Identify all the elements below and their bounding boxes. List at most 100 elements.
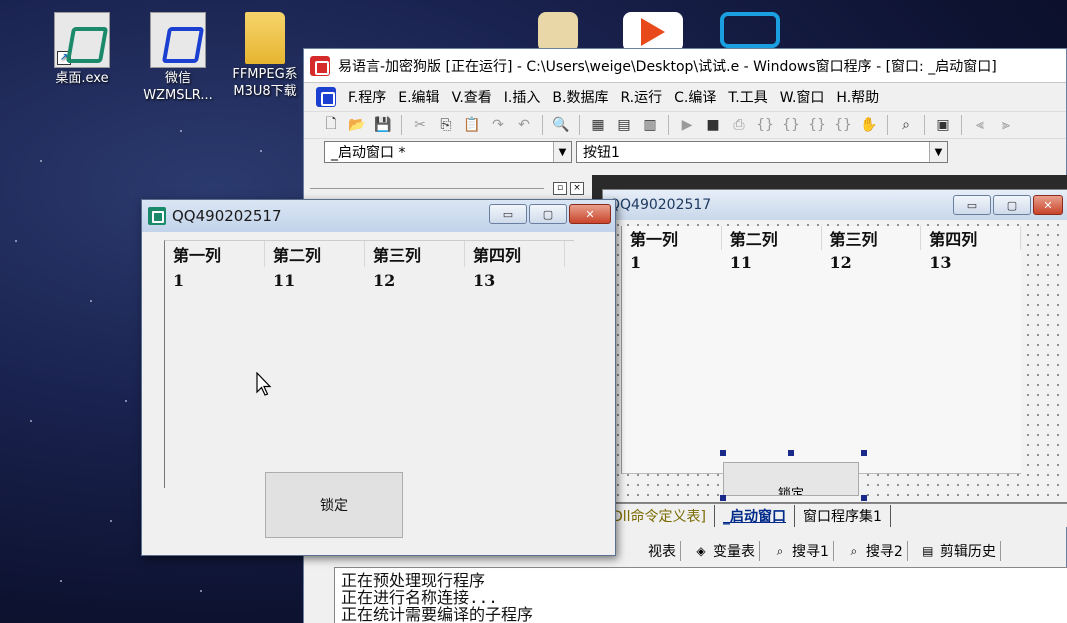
search-icon: ⌕	[850, 544, 858, 558]
chevron-down-icon[interactable]: ▼	[929, 142, 947, 162]
paste-icon[interactable]: 📋	[461, 114, 483, 136]
find-icon[interactable]: 🔍	[550, 114, 572, 136]
menu-run[interactable]: R.运行	[620, 87, 662, 107]
design-grid: 第一列 第二列 第三列 第四列 1 11 12 13 锁定	[603, 220, 1067, 502]
open-folder-icon[interactable]: 📂	[346, 114, 368, 136]
column-header[interactable]: 第三列	[365, 241, 465, 267]
tab-search-1[interactable]: ⌕ 搜寻1	[768, 541, 834, 561]
desktop-icon-label: 微信 WZMSLR...	[143, 71, 213, 103]
restore-panel-icon[interactable]: ▫	[553, 181, 567, 195]
control-select[interactable]: 按钮1 ▼	[576, 141, 948, 163]
column-header[interactable]: 第二列	[722, 226, 822, 250]
ide-title-bar[interactable]: 易语言-加密狗版 [正在运行] - C:\Users\weige\Desktop…	[304, 49, 1066, 83]
menu-view[interactable]: V.查看	[452, 87, 492, 107]
tab-view-table[interactable]: 视表	[644, 541, 681, 561]
layout-2-icon[interactable]: ▤	[613, 114, 635, 136]
close-panel-icon[interactable]: ×	[570, 181, 584, 195]
align-left-icon[interactable]: ⫷	[969, 114, 991, 136]
desktop-icon-zhuomian[interactable]: ↗ 桌面.exe	[42, 12, 122, 87]
column-header[interactable]: 第四列	[465, 241, 565, 267]
column-header[interactable]: 第三列	[822, 226, 922, 250]
desktop-icon-weixin[interactable]: 微信 WZMSLR...	[138, 12, 218, 104]
menu-insert[interactable]: I.插入	[504, 87, 541, 107]
column-header[interactable]: 第一列	[622, 226, 722, 250]
design-lock-button[interactable]: 锁定	[723, 462, 859, 496]
breakpoint-icon[interactable]: {}	[832, 114, 854, 136]
selection-handle[interactable]	[720, 495, 726, 501]
selection-handle[interactable]	[788, 450, 794, 456]
undo-icon[interactable]: ↶	[513, 114, 535, 136]
selection-handle[interactable]	[861, 450, 867, 456]
tab-startup-window[interactable]: _启动窗口	[715, 505, 796, 527]
step-out-icon[interactable]: {}	[806, 114, 828, 136]
save-icon[interactable]: 💾	[372, 114, 394, 136]
cut-icon[interactable]: ✂	[409, 114, 431, 136]
table-row[interactable]: 1 11 12 13	[165, 267, 574, 293]
menu-window[interactable]: W.窗口	[780, 87, 825, 107]
chevron-down-icon[interactable]: ▼	[553, 142, 571, 162]
tab-clip-history[interactable]: ▤ 剪辑历史	[916, 541, 1001, 561]
running-app-title-bar[interactable]: QQ490202517 ▭ ▢ ✕	[142, 200, 615, 232]
easy-language-logo-icon	[310, 55, 330, 76]
table-cell: 12	[829, 252, 852, 272]
menu-logo-icon[interactable]	[316, 87, 336, 107]
menu-bar: F.程序 E.编辑 V.查看 I.插入 B.数据库 R.运行 C.编译 T.工具…	[304, 83, 1066, 111]
step-over-icon[interactable]: {}	[780, 114, 802, 136]
tab-window-assembly[interactable]: 窗口程序集1	[795, 505, 891, 527]
shortcut-arrow-icon: ↗	[57, 51, 71, 65]
column-header[interactable]: 第二列	[265, 241, 365, 267]
close-icon[interactable]: ✕	[569, 204, 611, 224]
binoculars-icon[interactable]: ⌕	[895, 114, 917, 136]
design-listview[interactable]: 第一列 第二列 第三列 第四列 1 11 12 13	[621, 226, 1021, 474]
window-select-value: _启动窗口 *	[331, 145, 406, 161]
design-form[interactable]: QQ490202517 ▭ ▢ ✕ 第一列 第二列 第三列 第四列 1 11 1…	[602, 189, 1067, 503]
selection-handle[interactable]	[861, 495, 867, 501]
new-file-icon[interactable]: 🗋	[320, 114, 342, 136]
run-icon[interactable]: ▶	[676, 114, 698, 136]
running-app-title: QQ490202517	[172, 207, 282, 225]
tab-search-2[interactable]: ⌕ 搜寻2	[842, 541, 908, 561]
menu-database[interactable]: B.数据库	[552, 87, 608, 107]
minimize-icon[interactable]: ▭	[489, 204, 527, 224]
column-header[interactable]: 第一列	[165, 241, 265, 267]
window-select[interactable]: _启动窗口 * ▼	[324, 141, 572, 163]
tab-label: 搜寻2	[865, 544, 903, 560]
desktop-icon-label: 桌面.exe	[55, 71, 109, 86]
table-cell: 1	[173, 270, 185, 290]
tab-variable-table[interactable]: ◈ 变量表	[689, 541, 760, 561]
form-icon[interactable]: ▣	[932, 114, 954, 136]
hand-icon[interactable]: ✋	[858, 114, 880, 136]
bottom-panel-tabs: 视表 ◈ 变量表 ⌕ 搜寻1 ⌕ 搜寻2 ▤ 剪辑历史	[644, 539, 1067, 563]
lock-button[interactable]: 锁定	[265, 472, 403, 538]
design-canvas: QQ490202517 ▭ ▢ ✕ 第一列 第二列 第三列 第四列 1 11 1…	[592, 175, 1067, 503]
layout-3-icon[interactable]: ▥	[639, 114, 661, 136]
output-line: 正在进行名称连接...	[341, 588, 498, 607]
redo-icon[interactable]: ↷	[487, 114, 509, 136]
listview[interactable]: 第一列 第二列 第三列 第四列 1 11 12 13	[164, 240, 574, 488]
maximize-icon[interactable]: ▢	[529, 204, 567, 224]
table-row[interactable]: 1 11 12 13	[622, 250, 1021, 274]
align-center-icon[interactable]: ⫸	[995, 114, 1017, 136]
tab-dll-commands[interactable]: Dll命令定义表]	[604, 505, 716, 527]
layout-1-icon[interactable]: ▦	[587, 114, 609, 136]
selection-handle[interactable]	[720, 450, 726, 456]
desktop-icon-label: FFMPEG系 M3U8下载	[232, 67, 298, 99]
play-icon	[641, 18, 665, 46]
easy-language-icon: ↗	[54, 12, 110, 68]
menu-help[interactable]: H.帮助	[836, 87, 879, 107]
video-app-icon[interactable]	[623, 12, 683, 52]
design-form-title-bar: QQ490202517 ▭ ▢ ✕	[603, 190, 1067, 220]
menu-compile[interactable]: C.编译	[674, 87, 716, 107]
document-icon[interactable]	[538, 12, 578, 52]
column-header[interactable]: 第四列	[921, 226, 1021, 250]
output-panel[interactable]: 正在预处理现行程序 正在进行名称连接... 正在统计需要编译的子程序	[334, 567, 1067, 623]
copy-icon[interactable]: ⎘	[435, 114, 457, 136]
desktop-icon-ffmpeg[interactable]: FFMPEG系 M3U8下载	[225, 12, 305, 100]
step-icon[interactable]: ⎙	[728, 114, 750, 136]
bilibili-icon[interactable]	[720, 12, 780, 48]
stop-icon[interactable]: ■	[702, 114, 724, 136]
menu-program[interactable]: F.程序	[348, 87, 386, 107]
menu-edit[interactable]: E.编辑	[398, 87, 439, 107]
step-into-icon[interactable]: {}	[754, 114, 776, 136]
menu-tools[interactable]: T.工具	[728, 87, 767, 107]
